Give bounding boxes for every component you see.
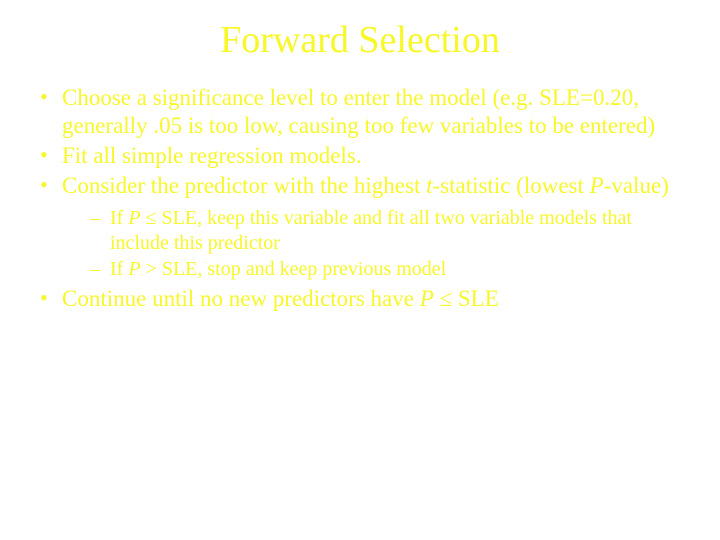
bullet-item: Continue until no new predictors have P …	[38, 285, 690, 313]
sub-bullet-text: If	[110, 258, 128, 280]
bullet-text: -value)	[604, 173, 669, 198]
bullet-text: Consider the predictor with the highest	[62, 173, 426, 198]
italic-text: P	[128, 207, 140, 229]
bullet-text: Fit all simple regression models.	[62, 143, 362, 168]
sub-bullet-item: If P > SLE, stop and keep previous model	[90, 257, 690, 281]
italic-text: P	[420, 286, 434, 311]
main-bullet-list: Choose a significance level to enter the…	[30, 84, 690, 313]
bullet-item: Choose a significance level to enter the…	[38, 84, 690, 140]
sub-bullet-text: If	[110, 207, 128, 229]
sub-bullet-list: If P ≤ SLE, keep this variable and fit a…	[62, 206, 690, 281]
slide: Forward Selection Choose a significance …	[0, 0, 720, 313]
bullet-item: Consider the predictor with the highest …	[38, 172, 690, 281]
sub-bullet-text: ≤ SLE, keep this variable and fit all tw…	[110, 207, 632, 253]
bullet-text: -statistic (lowest	[432, 173, 589, 198]
slide-title: Forward Selection	[30, 18, 690, 62]
italic-text: P	[128, 258, 140, 280]
bullet-text: Choose a significance level to enter the…	[62, 85, 655, 138]
sub-bullet-item: If P ≤ SLE, keep this variable and fit a…	[90, 206, 690, 255]
bullet-text: ≤ SLE	[434, 286, 499, 311]
bullet-text: Continue until no new predictors have	[62, 286, 420, 311]
sub-bullet-text: > SLE, stop and keep previous model	[141, 258, 447, 280]
bullet-item: Fit all simple regression models.	[38, 142, 690, 170]
italic-text: P	[590, 173, 604, 198]
